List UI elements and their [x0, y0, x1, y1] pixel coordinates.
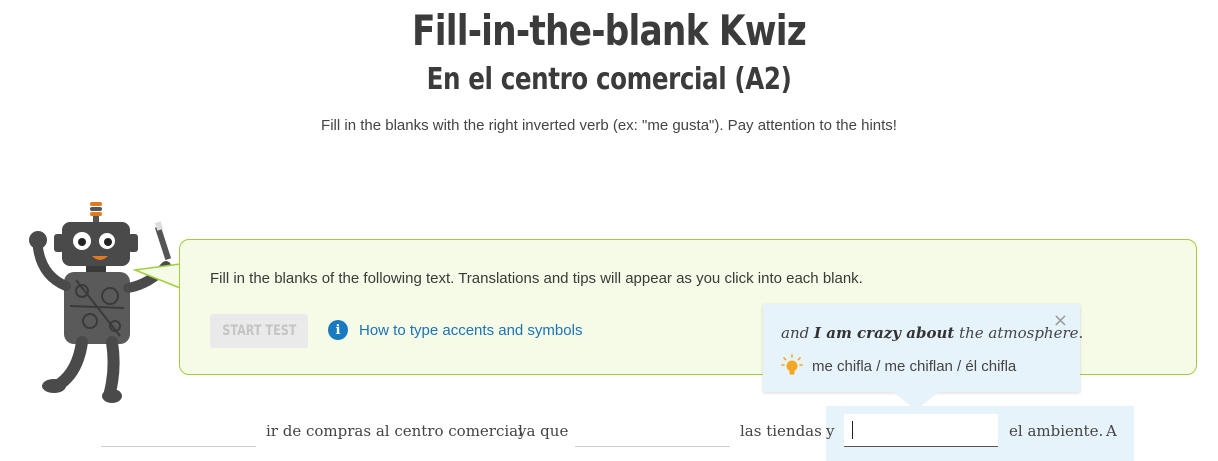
panel-speech-tail — [133, 263, 181, 289]
tooltip-arrow — [892, 391, 940, 410]
text-caret — [852, 421, 853, 439]
sentence-segment: ya que — [518, 422, 569, 440]
page-subtitle: En el centro comercial (A2) — [426, 62, 792, 97]
tooltip-translation-bold: I am crazy about — [813, 324, 955, 342]
lightbulb-icon — [781, 354, 803, 375]
robot-mascot-illustration — [29, 202, 172, 403]
hint-tooltip: and I am crazy about the atmosphere. × m… — [763, 304, 1084, 392]
start-test-label: START TEST — [221, 323, 297, 339]
close-icon[interactable]: × — [1053, 312, 1068, 330]
sentence-segment: el ambiente. — [1009, 422, 1104, 440]
blank-input-1[interactable] — [101, 446, 256, 447]
sentence-segment: A — [1106, 422, 1117, 440]
blank-input-2[interactable] — [575, 446, 730, 447]
info-icon: i — [328, 320, 348, 340]
accents-help-label: How to type accents and symbols — [359, 321, 583, 339]
tooltip-hint: me chifla / me chiflan / él chifla — [781, 354, 1016, 378]
sentence-segment: ir de compras al centro comercial — [266, 422, 523, 440]
page-title: Fill-in-the-blank Kwiz — [412, 6, 807, 55]
tooltip-translation: and I am crazy about the atmosphere. — [781, 324, 1084, 342]
start-test-button[interactable]: START TEST — [210, 314, 308, 348]
sentence-segment: las tiendas — [740, 422, 822, 440]
page-instructions: Fill in the blanks with the right invert… — [321, 117, 897, 134]
panel-text: Fill in the blanks of the following text… — [210, 270, 863, 287]
tooltip-hint-text: me chifla / me chiflan / él chifla — [812, 357, 1017, 375]
accents-help-link[interactable]: i How to type accents and symbols — [328, 320, 582, 340]
sentence-segment: y — [826, 422, 835, 440]
blank-input-3-active[interactable] — [844, 414, 998, 447]
